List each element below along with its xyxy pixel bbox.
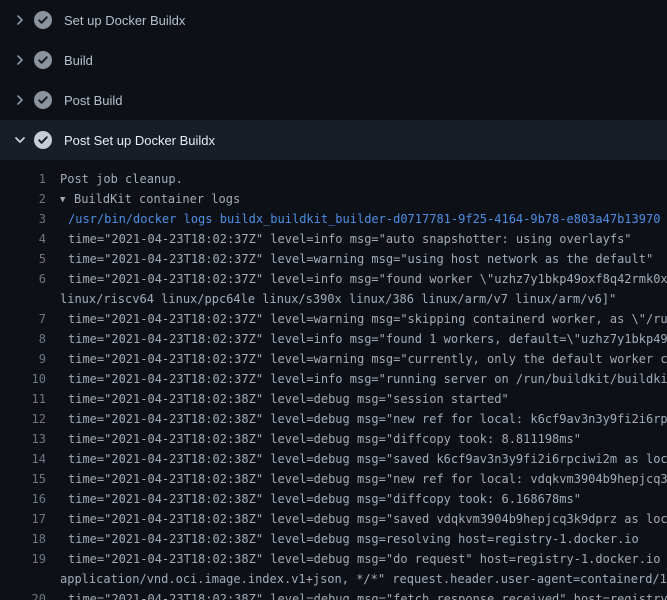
log-line-number[interactable]: 14 bbox=[0, 449, 46, 469]
step-label: Post Build bbox=[64, 93, 123, 108]
log-line-number[interactable]: 6 bbox=[0, 269, 46, 289]
log-line-text: time="2021-04-23T18:02:37Z" level=info m… bbox=[46, 329, 667, 349]
log-line: 13 time="2021-04-23T18:02:38Z" level=deb… bbox=[0, 429, 667, 449]
log-line-text: Post job cleanup. bbox=[46, 169, 183, 189]
log-line: 9 time="2021-04-23T18:02:37Z" level=warn… bbox=[0, 349, 667, 369]
log-line-number[interactable]: 11 bbox=[0, 389, 46, 409]
log-line: 18 time="2021-04-23T18:02:38Z" level=deb… bbox=[0, 529, 667, 549]
log-line-number[interactable]: 1 bbox=[0, 169, 46, 189]
log-line: 4 time="2021-04-23T18:02:37Z" level=info… bbox=[0, 229, 667, 249]
step-label: Set up Docker Buildx bbox=[64, 13, 185, 28]
log-line: 8 time="2021-04-23T18:02:37Z" level=info… bbox=[0, 329, 667, 349]
log-area: 1 Post job cleanup. 2 ▼BuildKit containe… bbox=[0, 160, 667, 600]
log-line-number[interactable] bbox=[0, 289, 46, 309]
log-line-text: /usr/bin/docker logs buildx_buildkit_bui… bbox=[46, 209, 660, 229]
log-line-text: linux/riscv64 linux/ppc64le linux/s390x … bbox=[46, 289, 616, 309]
log-line: 5 time="2021-04-23T18:02:37Z" level=warn… bbox=[0, 249, 667, 269]
log-line-number[interactable]: 8 bbox=[0, 329, 46, 349]
log-line-text: time="2021-04-23T18:02:37Z" level=info m… bbox=[46, 269, 667, 289]
step-header[interactable]: Post Build bbox=[0, 80, 667, 120]
log-line: 17 time="2021-04-23T18:02:38Z" level=deb… bbox=[0, 509, 667, 529]
log-line: 20 time="2021-04-23T18:02:38Z" level=deb… bbox=[0, 589, 667, 600]
log-line: 15 time="2021-04-23T18:02:38Z" level=deb… bbox=[0, 469, 667, 489]
log-line-text: time="2021-04-23T18:02:37Z" level=info m… bbox=[46, 229, 632, 249]
log-line-number[interactable]: 12 bbox=[0, 409, 46, 429]
check-circle-icon bbox=[34, 91, 52, 109]
log-line: 12 time="2021-04-23T18:02:38Z" level=deb… bbox=[0, 409, 667, 429]
log-line-text: time="2021-04-23T18:02:37Z" level=info m… bbox=[46, 369, 667, 389]
log-line-number[interactable]: 13 bbox=[0, 429, 46, 449]
log-line-number[interactable]: 16 bbox=[0, 489, 46, 509]
log-line-number[interactable]: 15 bbox=[0, 469, 46, 489]
log-line-text[interactable]: ▼BuildKit container logs bbox=[46, 189, 240, 209]
check-circle-icon bbox=[34, 11, 52, 29]
log-line-text: time="2021-04-23T18:02:38Z" level=debug … bbox=[46, 409, 667, 429]
step-list: Set up Docker Buildx Build Post Build Po… bbox=[0, 0, 667, 160]
step-label: Build bbox=[64, 53, 93, 68]
log-line-number[interactable] bbox=[0, 569, 46, 589]
log-line: 10 time="2021-04-23T18:02:37Z" level=inf… bbox=[0, 369, 667, 389]
chevron-right-icon bbox=[12, 12, 28, 28]
check-circle-icon bbox=[34, 51, 52, 69]
log-line-text: time="2021-04-23T18:02:38Z" level=debug … bbox=[46, 529, 639, 549]
log-line-text: time="2021-04-23T18:02:38Z" level=debug … bbox=[46, 389, 509, 409]
check-circle-icon bbox=[34, 131, 52, 149]
chevron-right-icon bbox=[12, 92, 28, 108]
log-line-text: application/vnd.oci.image.index.v1+json,… bbox=[46, 569, 667, 589]
log-line-text: time="2021-04-23T18:02:38Z" level=debug … bbox=[46, 449, 667, 469]
log-line-number[interactable]: 19 bbox=[0, 549, 46, 569]
log-line-text: time="2021-04-23T18:02:38Z" level=debug … bbox=[46, 489, 581, 509]
log-line-number[interactable]: 9 bbox=[0, 349, 46, 369]
log-line: 2 ▼BuildKit container logs bbox=[0, 189, 667, 209]
log-line-number[interactable]: 10 bbox=[0, 369, 46, 389]
log-line: application/vnd.oci.image.index.v1+json,… bbox=[0, 569, 667, 589]
log-line: 16 time="2021-04-23T18:02:38Z" level=deb… bbox=[0, 489, 667, 509]
log-line-number[interactable]: 17 bbox=[0, 509, 46, 529]
chevron-down-icon bbox=[12, 132, 28, 148]
log-line-number[interactable]: 20 bbox=[0, 589, 46, 600]
log-line: 11 time="2021-04-23T18:02:38Z" level=deb… bbox=[0, 389, 667, 409]
log-line-text: time="2021-04-23T18:02:38Z" level=debug … bbox=[46, 469, 667, 489]
log-line-number[interactable]: 3 bbox=[0, 209, 46, 229]
log-line-number[interactable]: 5 bbox=[0, 249, 46, 269]
step-header[interactable]: Set up Docker Buildx bbox=[0, 0, 667, 40]
step-label: Post Set up Docker Buildx bbox=[64, 133, 215, 148]
log-line-number[interactable]: 7 bbox=[0, 309, 46, 329]
log-line-text: time="2021-04-23T18:02:37Z" level=warnin… bbox=[46, 309, 667, 329]
log-line-text: time="2021-04-23T18:02:37Z" level=warnin… bbox=[46, 249, 653, 269]
log-line-number[interactable]: 2 bbox=[0, 189, 46, 209]
step-header[interactable]: Build bbox=[0, 40, 667, 80]
actions-log-viewer: Set up Docker Buildx Build Post Build Po… bbox=[0, 0, 667, 600]
group-triangle-icon[interactable]: ▼ bbox=[60, 190, 74, 209]
log-line-text: time="2021-04-23T18:02:38Z" level=debug … bbox=[46, 429, 581, 449]
log-line: 1 Post job cleanup. bbox=[0, 169, 667, 189]
log-line: 3 /usr/bin/docker logs buildx_buildkit_b… bbox=[0, 209, 667, 229]
log-line-text: time="2021-04-23T18:02:38Z" level=debug … bbox=[46, 589, 667, 600]
log-line: 6 time="2021-04-23T18:02:37Z" level=info… bbox=[0, 269, 667, 289]
log-line-number[interactable]: 18 bbox=[0, 529, 46, 549]
step-header[interactable]: Post Set up Docker Buildx bbox=[0, 120, 667, 160]
log-line: 19 time="2021-04-23T18:02:38Z" level=deb… bbox=[0, 549, 667, 569]
log-line-text: time="2021-04-23T18:02:38Z" level=debug … bbox=[46, 549, 667, 569]
chevron-right-icon bbox=[12, 52, 28, 68]
log-line-number[interactable]: 4 bbox=[0, 229, 46, 249]
log-line-text: time="2021-04-23T18:02:37Z" level=warnin… bbox=[46, 349, 667, 369]
log-line-text: time="2021-04-23T18:02:38Z" level=debug … bbox=[46, 509, 667, 529]
log-line: 7 time="2021-04-23T18:02:37Z" level=warn… bbox=[0, 309, 667, 329]
log-line: linux/riscv64 linux/ppc64le linux/s390x … bbox=[0, 289, 667, 309]
log-line: 14 time="2021-04-23T18:02:38Z" level=deb… bbox=[0, 449, 667, 469]
